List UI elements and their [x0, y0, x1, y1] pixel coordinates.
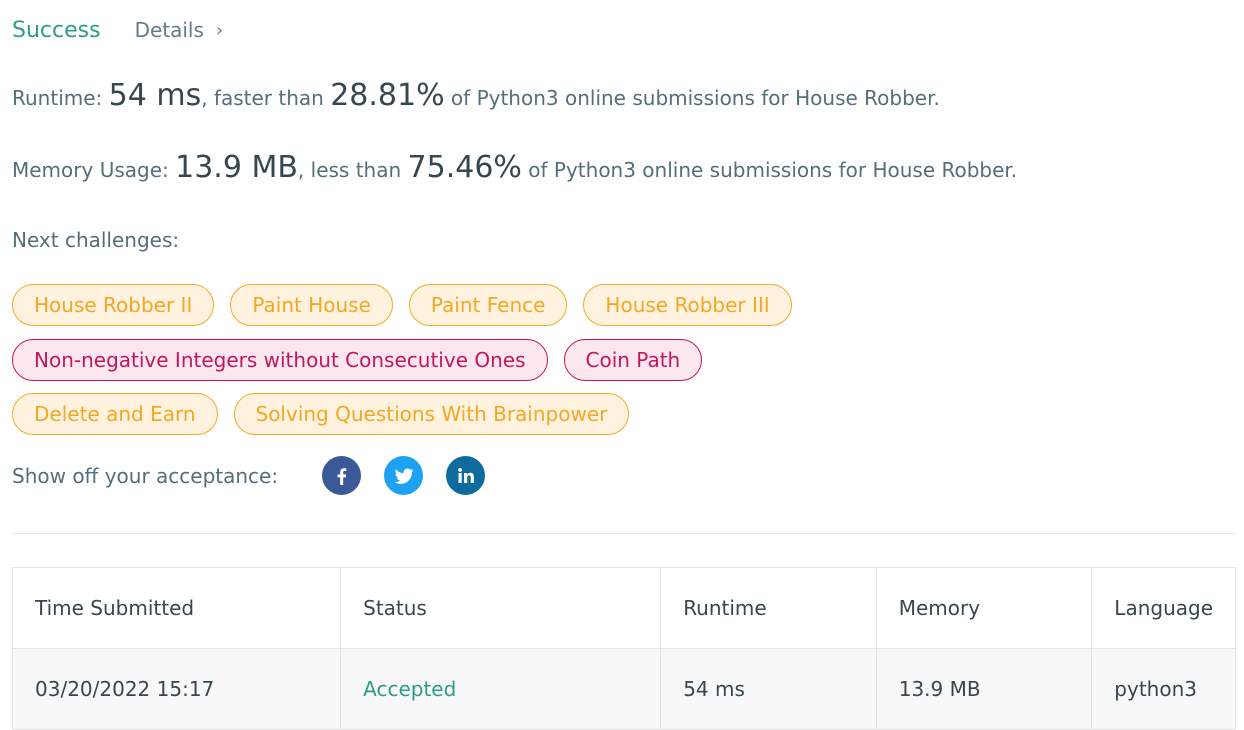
details-label: Details	[134, 18, 204, 42]
chevron-right-icon: ›	[215, 19, 224, 41]
cell-language: python3	[1091, 648, 1236, 730]
linkedin-icon[interactable]	[446, 456, 486, 495]
runtime-stat: Runtime: 54 ms, faster than 28.81% of Py…	[12, 78, 940, 113]
header-time-submitted[interactable]: Time Submitted	[11, 567, 342, 649]
challenge-row-3: Delete and Earn Solving Questions With B…	[12, 393, 645, 435]
cell-status: Accepted	[340, 648, 662, 730]
next-challenges-label: Next challenges:	[12, 228, 180, 252]
challenge-solving-questions[interactable]: Solving Questions With Brainpower	[233, 393, 630, 435]
table-row: 03/20/2022 15:17 Accepted 54 ms 13.9 MB …	[11, 648, 1236, 730]
table-header-row: Time Submitted Status Runtime Memory Lan…	[11, 567, 1236, 649]
runtime-percent: 28.81%	[330, 78, 445, 113]
memory-label: Memory Usage:	[12, 158, 176, 182]
details-link[interactable]: Details ›	[135, 18, 224, 42]
challenge-delete-and-earn[interactable]: Delete and Earn	[12, 393, 218, 435]
header-memory[interactable]: Memory	[875, 567, 1093, 649]
challenge-row-2: Non-negative Integers without Consecutiv…	[12, 339, 718, 381]
facebook-icon[interactable]	[322, 456, 362, 495]
status-success: Success	[12, 17, 101, 43]
challenge-coin-path[interactable]: Coin Path	[563, 339, 703, 381]
header-runtime[interactable]: Runtime	[660, 567, 877, 649]
runtime-comparison: , faster than	[201, 86, 331, 110]
cell-memory: 13.9 MB	[875, 648, 1093, 730]
memory-percent: 75.46%	[407, 150, 522, 185]
cell-time-submitted: 03/20/2022 15:17	[11, 648, 342, 730]
cell-runtime: 54 ms	[660, 648, 877, 730]
runtime-value: 54 ms	[108, 78, 202, 113]
share-label: Show off your acceptance:	[12, 463, 279, 488]
header-status[interactable]: Status	[340, 567, 662, 649]
challenge-house-robber-iii[interactable]: House Robber III	[583, 284, 792, 326]
submissions-table: Time Submitted Status Runtime Memory Lan…	[11, 567, 1236, 730]
share-section: Show off your acceptance:	[12, 456, 508, 495]
memory-value: 13.9 MB	[175, 150, 298, 185]
result-header: Success Details ›	[12, 14, 223, 46]
challenge-house-robber-ii[interactable]: House Robber II	[12, 284, 215, 326]
twitter-icon[interactable]	[384, 456, 424, 495]
challenge-row-1: House Robber II Paint House Paint Fence …	[12, 284, 808, 326]
challenge-non-negative-integers[interactable]: Non-negative Integers without Consecutiv…	[12, 339, 548, 381]
memory-suffix: of Python3 online submissions for House …	[521, 158, 1018, 182]
accepted-link[interactable]: Accepted	[363, 677, 456, 701]
runtime-label: Runtime:	[12, 86, 109, 110]
section-divider	[12, 533, 1236, 534]
challenge-paint-fence[interactable]: Paint Fence	[408, 284, 568, 326]
memory-comparison: , less than	[297, 158, 408, 182]
challenge-paint-house[interactable]: Paint House	[230, 284, 393, 326]
runtime-suffix: of Python3 online submissions for House …	[444, 86, 940, 110]
memory-stat: Memory Usage: 13.9 MB, less than 75.46% …	[12, 150, 1017, 185]
header-language[interactable]: Language	[1091, 567, 1236, 649]
